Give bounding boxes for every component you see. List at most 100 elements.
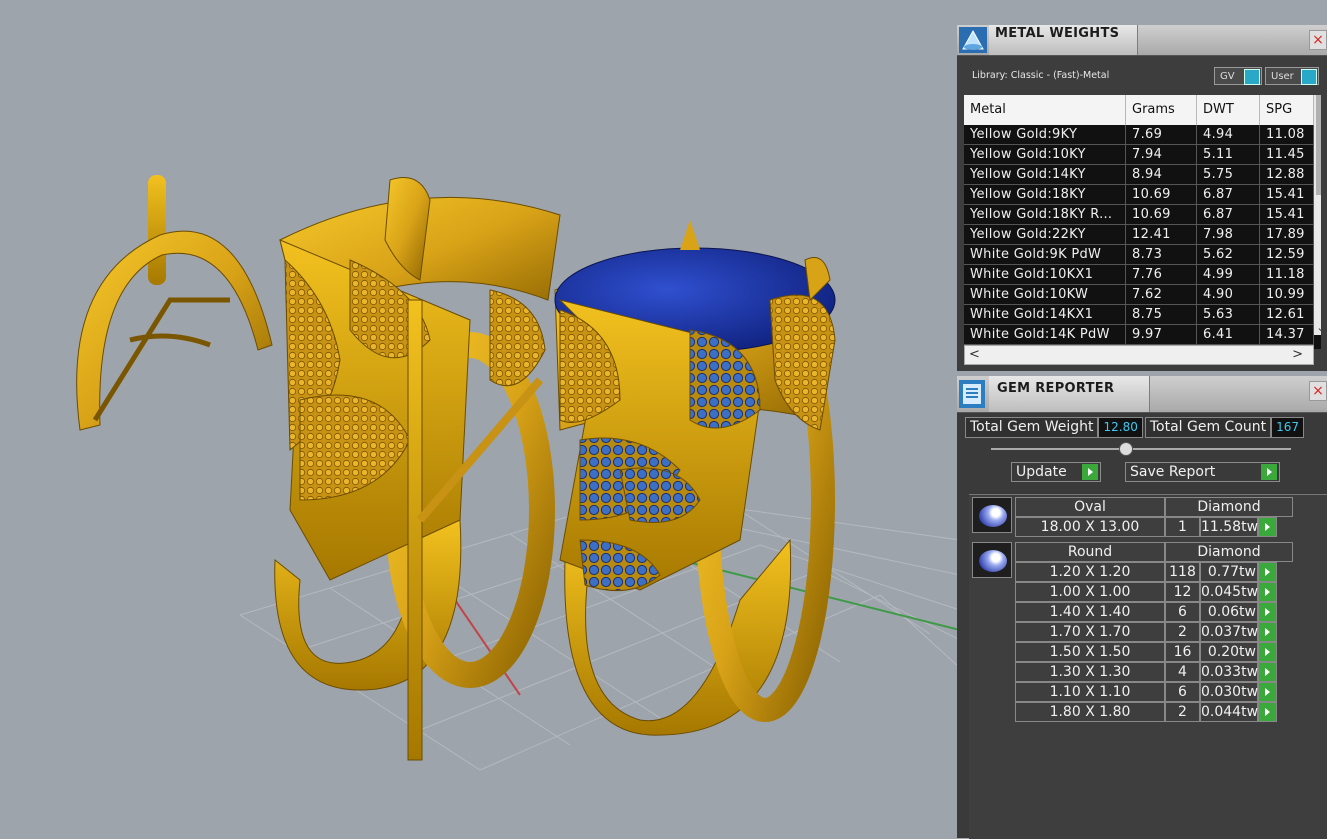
table-row[interactable]: White Gold:10KW 7.62 4.90 10.99 [964,285,1314,305]
metal-cell: White Gold:14K PdW [964,325,1126,344]
gem-thumbnail[interactable] [972,542,1012,578]
gem-row[interactable]: 1.30 X 1.30 4 0.033tw [1015,662,1277,682]
gem-total-weight: 0.045tw [1200,582,1259,602]
gem-quantity: 1 [1165,517,1200,537]
table-row[interactable]: Yellow Gold:10KY 7.94 5.11 11.45 [964,145,1314,165]
dwt-cell: 6.41 [1197,325,1260,344]
save-report-button[interactable]: Save Report [1125,462,1280,482]
dwt-cell: 6.87 [1197,205,1260,224]
table-row[interactable]: Yellow Gold:22KY 12.41 7.98 17.89 [964,225,1314,245]
metal-cell: White Gold:10KW [964,285,1126,304]
scroll-down-icon[interactable]: ⌄ [1314,321,1321,335]
total-gem-weight-label: Total Gem Weight [965,417,1099,438]
gem-total-weight: 0.037tw [1200,622,1259,642]
grams-cell: 7.69 [1126,125,1197,144]
gem-row[interactable]: 18.00 X 13.00 1 11.58tw [1015,517,1277,537]
close-icon[interactable]: × [1309,30,1327,50]
vertical-scrollbar[interactable]: ⌄ [1314,95,1321,335]
gem-quantity: 2 [1165,702,1200,722]
horizontal-scrollbar[interactable]: < > [964,345,1314,365]
gem-row[interactable]: 1.20 X 1.20 118 0.77tw [1015,562,1277,582]
metal-cell: Yellow Gold:10KY [964,145,1126,164]
play-arrow-icon[interactable] [1258,517,1277,537]
metal-weights-titlebar[interactable]: METAL WEIGHTS × [957,25,1327,56]
column-header-dwt[interactable]: DWT [1197,95,1260,125]
scrollbar-thumb[interactable] [1316,95,1321,195]
play-arrow-icon[interactable] [1258,702,1277,722]
diamond-icon [979,505,1007,527]
gem-row[interactable]: 1.00 X 1.00 12 0.045tw [1015,582,1277,602]
gem-slider[interactable] [991,442,1291,456]
metal-cell: White Gold:10KX1 [964,265,1126,284]
library-label: Library: Classic - (Fast)-Metal [972,70,1110,81]
table-row[interactable]: White Gold:14KX1 8.75 5.63 12.61 [964,305,1314,325]
grams-cell: 9.97 [1126,325,1197,344]
grams-cell: 7.94 [1126,145,1197,164]
table-row[interactable]: Yellow Gold:18KY R... 10.69 6.87 15.41 [964,205,1314,225]
table-row[interactable]: White Gold:10KX1 7.76 4.99 11.18 [964,265,1314,285]
scroll-right-icon[interactable]: > [1292,347,1303,362]
scroll-left-icon[interactable]: < [969,347,980,362]
spg-cell: 17.89 [1260,225,1314,244]
table-row[interactable]: Yellow Gold:18KY 10.69 6.87 15.41 [964,185,1314,205]
gem-row[interactable]: 1.10 X 1.10 6 0.030tw [1015,682,1277,702]
gem-shape: Round [1015,542,1165,562]
close-icon[interactable]: × [1309,381,1327,401]
column-header-grams[interactable]: Grams [1126,95,1197,125]
play-arrow-icon[interactable] [1258,582,1277,602]
gem-size: 1.70 X 1.70 [1015,622,1165,642]
gem-row[interactable]: 1.50 X 1.50 16 0.20tw [1015,642,1277,662]
gem-quantity: 6 [1165,602,1200,622]
gem-total-weight: 0.030tw [1200,682,1259,702]
play-arrow-icon[interactable] [1258,602,1277,622]
table-row[interactable]: White Gold:14K PdW 9.97 6.41 14.37 [964,325,1314,345]
play-arrow-icon [1082,464,1098,480]
play-arrow-icon[interactable] [1258,622,1277,642]
slider-knob[interactable] [1119,442,1133,456]
play-arrow-icon[interactable] [1258,562,1277,582]
gem-thumbnail[interactable] [972,497,1012,533]
dwt-cell: 4.99 [1197,265,1260,284]
3d-viewport[interactable] [0,0,960,838]
grams-cell: 12.41 [1126,225,1197,244]
metal-cell: Yellow Gold:22KY [964,225,1126,244]
gem-row[interactable]: 1.70 X 1.70 2 0.037tw [1015,622,1277,642]
gem-size: 1.00 X 1.00 [1015,582,1165,602]
gem-total-weight: 0.77tw [1200,562,1258,582]
table-row[interactable]: Yellow Gold:14KY 8.94 5.75 12.88 [964,165,1314,185]
toggle-knob-icon [1244,69,1260,85]
gem-quantity: 12 [1165,582,1200,602]
metal-weights-tab[interactable]: METAL WEIGHTS [989,25,1138,55]
spg-cell: 14.37 [1260,325,1314,344]
total-gem-count-value: 167 [1271,417,1305,438]
gem-row[interactable]: 1.40 X 1.40 6 0.06tw [1015,602,1277,622]
column-header-spg[interactable]: SPG [1260,95,1314,125]
metal-weights-icon [959,27,987,53]
gem-quantity: 4 [1165,662,1200,682]
gem-size: 1.30 X 1.30 [1015,662,1165,682]
column-header-metal[interactable]: Metal [964,95,1126,125]
dwt-cell: 7.98 [1197,225,1260,244]
table-row[interactable]: White Gold:9K PdW 8.73 5.62 12.59 [964,245,1314,265]
dwt-cell: 5.62 [1197,245,1260,264]
gem-reporter-titlebar[interactable]: GEM REPORTER × [957,376,1327,413]
left-ring [274,177,561,761]
gem-list: Oval Diamond 18.00 X 13.00 1 11.58tw Round Dia… [969,494,1327,839]
gem-reporter-tab[interactable]: GEM REPORTER [989,376,1150,412]
gv-toggle[interactable]: GV [1214,67,1262,85]
user-toggle[interactable]: User [1265,67,1319,85]
spg-cell: 12.88 [1260,165,1314,184]
play-arrow-icon[interactable] [1258,662,1277,682]
save-report-button-label: Save Report [1130,464,1216,480]
dwt-cell: 4.90 [1197,285,1260,304]
gem-size: 1.10 X 1.10 [1015,682,1165,702]
total-gem-count-label: Total Gem Count [1144,417,1272,438]
table-row[interactable]: Yellow Gold:9KY 7.69 4.94 11.08 [964,125,1314,145]
play-arrow-icon[interactable] [1258,642,1277,662]
grams-cell: 10.69 [1126,205,1197,224]
play-arrow-icon[interactable] [1258,682,1277,702]
metal-cell: Yellow Gold:14KY [964,165,1126,184]
update-button[interactable]: Update [1011,462,1101,482]
gem-row[interactable]: 1.80 X 1.80 2 0.044tw [1015,702,1277,722]
jewelry-model-render [76,175,960,771]
